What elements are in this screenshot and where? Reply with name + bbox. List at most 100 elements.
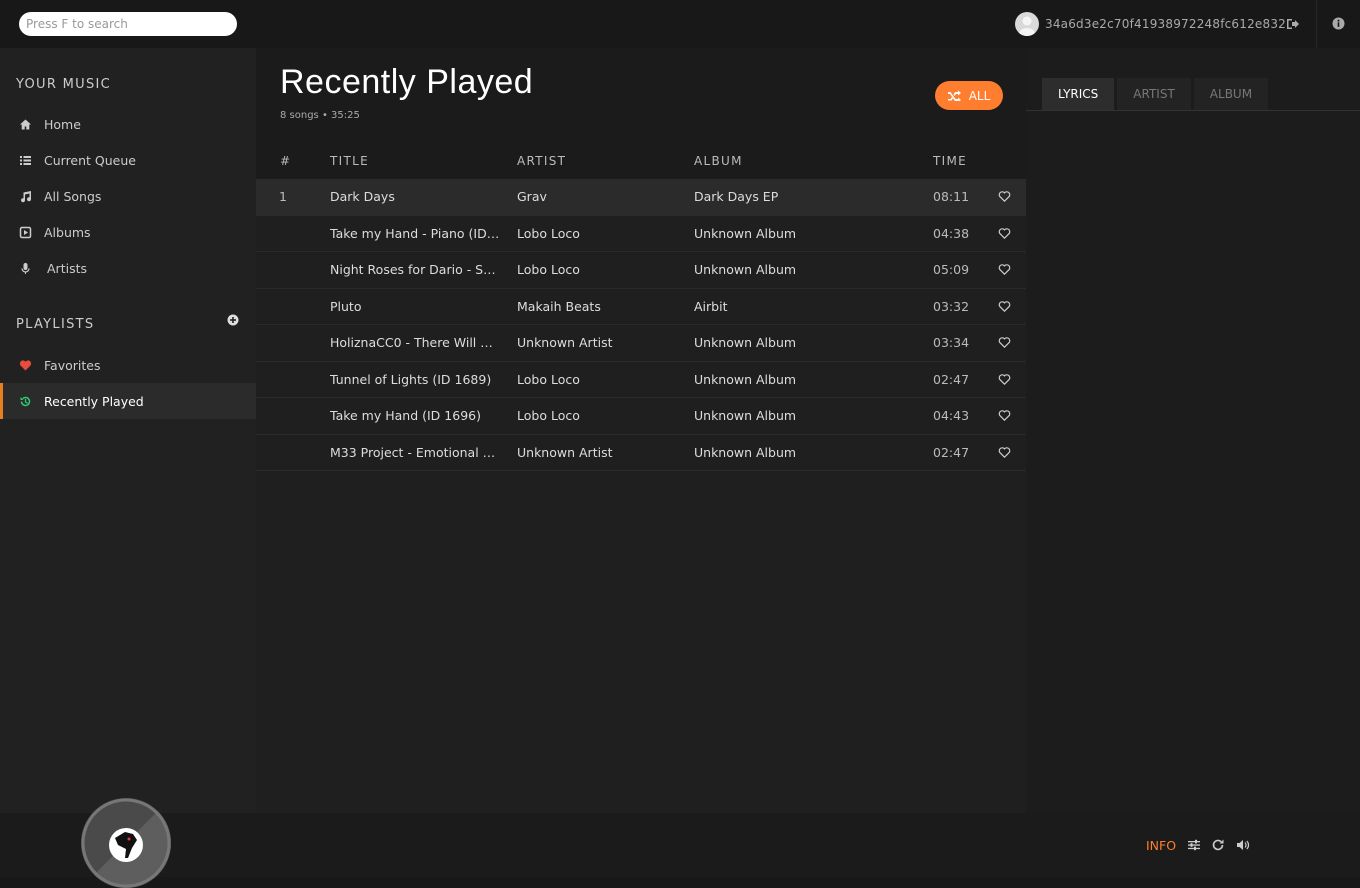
equalizer-icon[interactable] bbox=[1187, 838, 1201, 852]
album-cover[interactable] bbox=[81, 798, 171, 888]
home-icon bbox=[19, 118, 32, 131]
song-artist[interactable]: Lobo Loco bbox=[517, 226, 677, 241]
heart-outline-icon[interactable] bbox=[998, 300, 1011, 313]
volume-icon[interactable] bbox=[1236, 838, 1250, 852]
top-bar: 34a6d3e2c70f41938972248fc612e832 bbox=[0, 0, 1360, 48]
sidebar-item-home[interactable]: Home bbox=[0, 106, 256, 142]
info-circle-icon[interactable] bbox=[1332, 17, 1345, 30]
song-artist[interactable]: Makaih Beats bbox=[517, 299, 677, 314]
playlist-meta: 8 songs • 35:25 bbox=[280, 110, 360, 121]
playlists-heading: PLAYLISTS bbox=[16, 317, 95, 332]
song-artist[interactable]: Unknown Artist bbox=[517, 445, 677, 460]
song-title: Take my Hand (ID 1696) bbox=[330, 408, 481, 423]
sidebar-item-all-songs[interactable]: All Songs bbox=[0, 178, 256, 214]
column-header-time[interactable]: TIME bbox=[933, 154, 967, 168]
sidebar-item-favorites[interactable]: Favorites bbox=[0, 347, 256, 383]
search-input[interactable] bbox=[19, 12, 237, 36]
song-album[interactable]: Unknown Album bbox=[694, 335, 914, 350]
heart-outline-icon[interactable] bbox=[998, 373, 1011, 386]
heart-icon bbox=[19, 359, 32, 372]
heart-outline-icon[interactable] bbox=[998, 446, 1011, 459]
main-content: Recently Played 8 songs • 35:25 ALL # TI… bbox=[256, 48, 1026, 813]
heart-outline-icon[interactable] bbox=[998, 263, 1011, 276]
extra-panel: LYRICS ARTIST ALBUM bbox=[1026, 48, 1360, 813]
sidebar-item-label: Artists bbox=[47, 260, 87, 276]
sidebar-item-current-queue[interactable]: Current Queue bbox=[0, 142, 256, 178]
queue-list-icon bbox=[19, 154, 32, 167]
song-title: Tunnel of Lights (ID 1689) bbox=[330, 371, 492, 387]
heart-outline-icon[interactable] bbox=[998, 227, 1011, 240]
sidebar-item-label: All Songs bbox=[44, 188, 102, 204]
sidebar-item-label: Albums bbox=[44, 224, 91, 240]
song-artist[interactable]: Unknown Artist bbox=[517, 335, 677, 350]
song-title: Night Roses for Dario - Stri… bbox=[330, 262, 500, 277]
music-note-icon bbox=[19, 190, 32, 203]
song-album[interactable]: Unknown Album bbox=[694, 372, 914, 387]
sidebar-item-albums[interactable]: Albums bbox=[0, 214, 256, 250]
table-row[interactable]: Take my Hand - Piano (ID 1… Lobo Loco Un… bbox=[256, 216, 1026, 252]
divider bbox=[1026, 110, 1360, 111]
table-row[interactable]: Take my Hand (ID 1696) Lobo Loco Unknown… bbox=[256, 398, 1026, 435]
heart-outline-icon[interactable] bbox=[998, 336, 1011, 349]
song-album[interactable]: Unknown Album bbox=[694, 445, 914, 460]
shuffle-icon bbox=[947, 90, 961, 101]
sidebar-item-label: Current Queue bbox=[44, 152, 136, 168]
heart-outline-icon[interactable] bbox=[998, 190, 1011, 203]
table-row[interactable]: HoliznaCC0 - There Will Co… Unknown Arti… bbox=[256, 325, 1026, 362]
table-row[interactable]: M33 Project - Emotional So… Unknown Arti… bbox=[256, 435, 1026, 471]
song-artist[interactable]: Lobo Loco bbox=[517, 408, 677, 423]
song-title: Take my Hand - Piano (ID 1… bbox=[330, 225, 500, 241]
song-duration: 02:47 bbox=[933, 444, 970, 460]
song-duration: 05:09 bbox=[933, 262, 970, 277]
song-album[interactable]: Unknown Album bbox=[694, 408, 914, 423]
song-duration: 08:11 bbox=[933, 189, 970, 204]
tab-artist[interactable]: ARTIST bbox=[1117, 78, 1191, 110]
song-album[interactable]: Unknown Album bbox=[694, 262, 914, 277]
song-title: M33 Project - Emotional So… bbox=[330, 444, 500, 460]
song-duration: 02:47 bbox=[933, 371, 970, 387]
column-header-title[interactable]: TITLE bbox=[330, 154, 369, 168]
table-row[interactable]: Pluto Makaih Beats Airbit 03:32 bbox=[256, 289, 1026, 325]
add-playlist-icon[interactable] bbox=[227, 314, 239, 326]
microphone-icon bbox=[19, 262, 32, 275]
extra-tabs: LYRICS ARTIST ALBUM bbox=[1042, 78, 1271, 112]
album-icon bbox=[19, 226, 32, 239]
sidebar-item-label: Home bbox=[44, 116, 81, 132]
song-album[interactable]: Dark Days EP bbox=[694, 189, 914, 204]
song-duration: 03:34 bbox=[933, 335, 970, 350]
column-header-number[interactable]: # bbox=[280, 154, 291, 168]
user-profile[interactable]: 34a6d3e2c70f41938972248fc612e832 bbox=[1015, 12, 1286, 36]
divider bbox=[1316, 0, 1317, 48]
tab-lyrics[interactable]: LYRICS bbox=[1042, 78, 1115, 110]
repeat-icon[interactable] bbox=[1211, 838, 1225, 852]
player-footer: INFO bbox=[0, 798, 1360, 888]
username[interactable]: 34a6d3e2c70f41938972248fc612e832 bbox=[1045, 17, 1286, 31]
song-album[interactable]: Unknown Album bbox=[694, 226, 914, 241]
heart-outline-icon[interactable] bbox=[998, 409, 1011, 422]
sidebar-item-artists[interactable]: Artists bbox=[0, 250, 256, 286]
avatar[interactable] bbox=[1015, 12, 1039, 36]
song-artist[interactable]: Lobo Loco bbox=[517, 372, 677, 387]
column-header-album[interactable]: ALBUM bbox=[694, 154, 743, 168]
tab-album[interactable]: ALBUM bbox=[1193, 78, 1269, 110]
song-duration: 03:32 bbox=[933, 298, 970, 314]
sidebar-item-label: Recently Played bbox=[44, 393, 144, 409]
song-title: Dark Days bbox=[330, 189, 395, 204]
song-title: Pluto bbox=[330, 298, 362, 314]
info-toggle-button[interactable]: INFO bbox=[1146, 838, 1176, 853]
your-music-heading: YOUR MUSIC bbox=[16, 77, 112, 92]
page-header: Recently Played 8 songs • 35:25 ALL bbox=[256, 48, 1026, 142]
shuffle-all-button[interactable]: ALL bbox=[935, 81, 1003, 110]
song-album[interactable]: Airbit bbox=[694, 299, 914, 314]
table-row[interactable]: Night Roses for Dario - Stri… Lobo Loco … bbox=[256, 252, 1026, 289]
song-artist[interactable]: Lobo Loco bbox=[517, 262, 677, 277]
sidebar-item-recently-played[interactable]: Recently Played bbox=[0, 383, 256, 419]
column-header-artist[interactable]: ARTIST bbox=[517, 154, 566, 168]
logout-icon[interactable] bbox=[1286, 17, 1300, 31]
table-row[interactable]: Tunnel of Lights (ID 1689) Lobo Loco Unk… bbox=[256, 362, 1026, 398]
sidebar-item-label: Favorites bbox=[44, 357, 101, 373]
song-artist[interactable]: Grav bbox=[517, 189, 677, 204]
page-title: Recently Played bbox=[280, 63, 534, 101]
table-row[interactable]: 1 Dark Days Grav Dark Days EP 08:11 bbox=[256, 179, 1026, 216]
track-number: 1 bbox=[279, 189, 287, 204]
